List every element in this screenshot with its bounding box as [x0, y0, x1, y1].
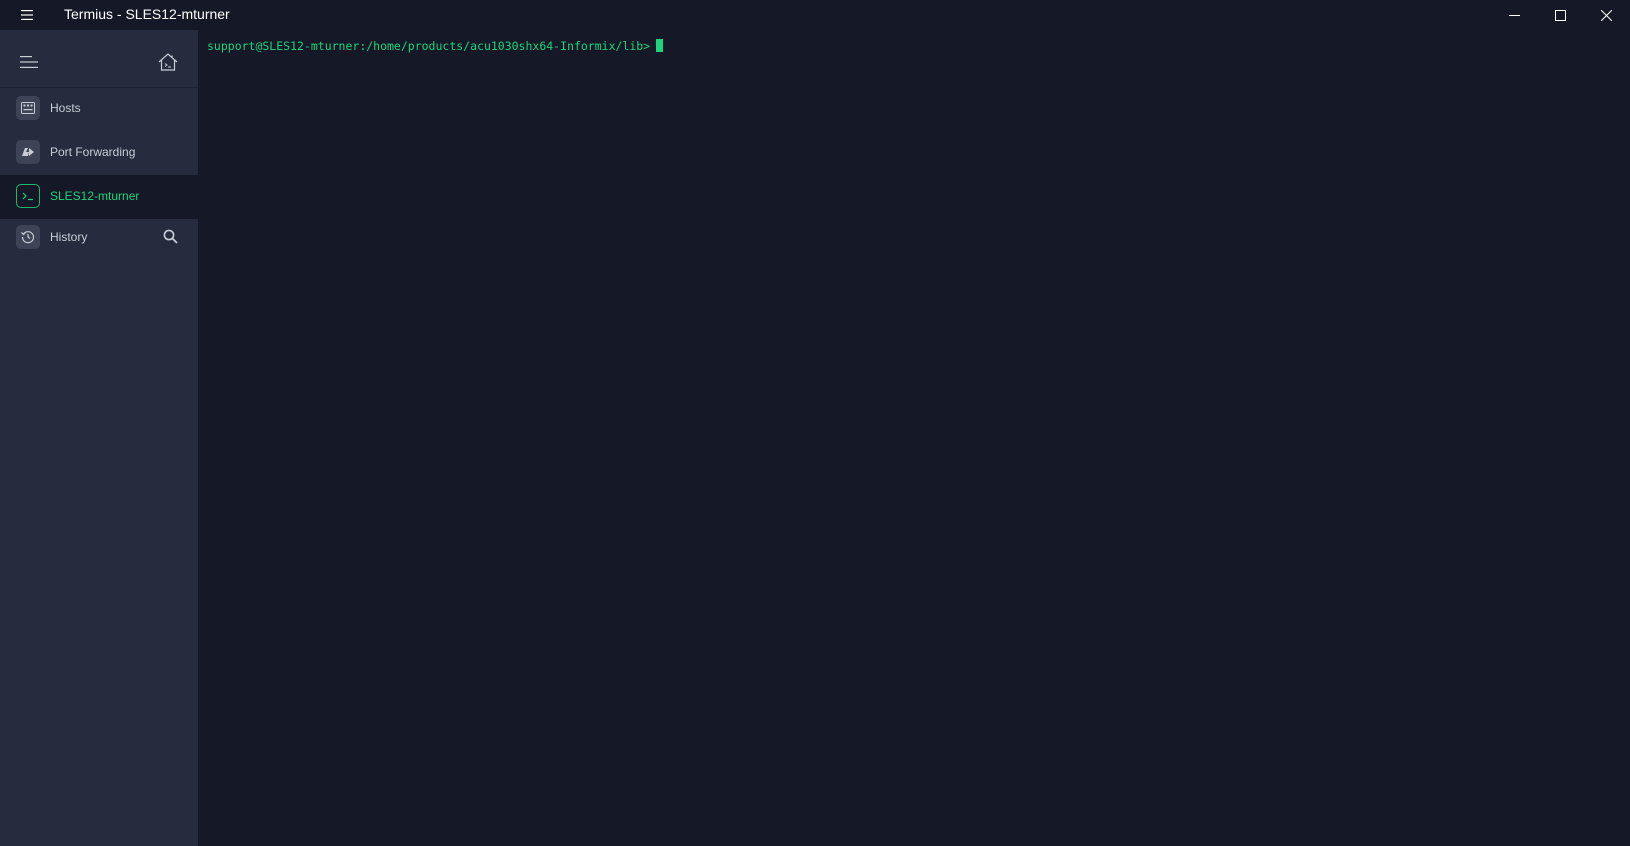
sidebar-item-sles12-mturner[interactable]: SLES12-mturner [0, 175, 198, 219]
search-icon [163, 229, 178, 244]
maximize-icon [1554, 9, 1566, 21]
sidebar-header [0, 30, 198, 88]
sidebar: Hosts Port Forwarding SLES12-mturner His… [0, 30, 198, 846]
sidebar-item-history[interactable]: History [0, 216, 198, 260]
minimize-button[interactable] [1491, 0, 1537, 30]
history-icon [16, 225, 40, 249]
history-search-button[interactable] [160, 226, 180, 246]
home-icon [158, 53, 178, 71]
sidebar-item-port-forwarding[interactable]: Port Forwarding [0, 131, 198, 175]
terminal-prompt: support@SLES12-mturner:/home/products/ac… [207, 39, 651, 53]
sidebar-item-label: History [50, 230, 88, 244]
hamburger-icon [21, 10, 33, 20]
close-button[interactable] [1583, 0, 1629, 30]
sidebar-item-label: Port Forwarding [50, 145, 136, 159]
title-bar: Termius - SLES12-mturner [0, 0, 1630, 30]
app-menu-button[interactable] [12, 0, 42, 30]
port-forwarding-icon [16, 140, 40, 164]
sidebar-item-label: SLES12-mturner [50, 189, 140, 203]
close-icon [1600, 9, 1612, 21]
hosts-icon [16, 96, 40, 120]
maximize-button[interactable] [1537, 0, 1583, 30]
terminal-pane[interactable]: support@SLES12-mturner:/home/products/ac… [198, 30, 1630, 846]
collapse-sidebar-button[interactable] [16, 52, 42, 72]
sidebar-item-hosts[interactable]: Hosts [0, 87, 198, 131]
terminal-cursor [656, 39, 664, 52]
window-title: Termius - SLES12-mturner [64, 6, 230, 22]
collapse-menu-icon [20, 56, 38, 68]
home-button[interactable] [154, 49, 182, 75]
minimize-icon [1508, 14, 1520, 16]
terminal-icon [16, 184, 40, 208]
terminal-prompt-line: support@SLES12-mturner:/home/products/ac… [207, 39, 664, 53]
sidebar-item-label: Hosts [50, 101, 81, 115]
